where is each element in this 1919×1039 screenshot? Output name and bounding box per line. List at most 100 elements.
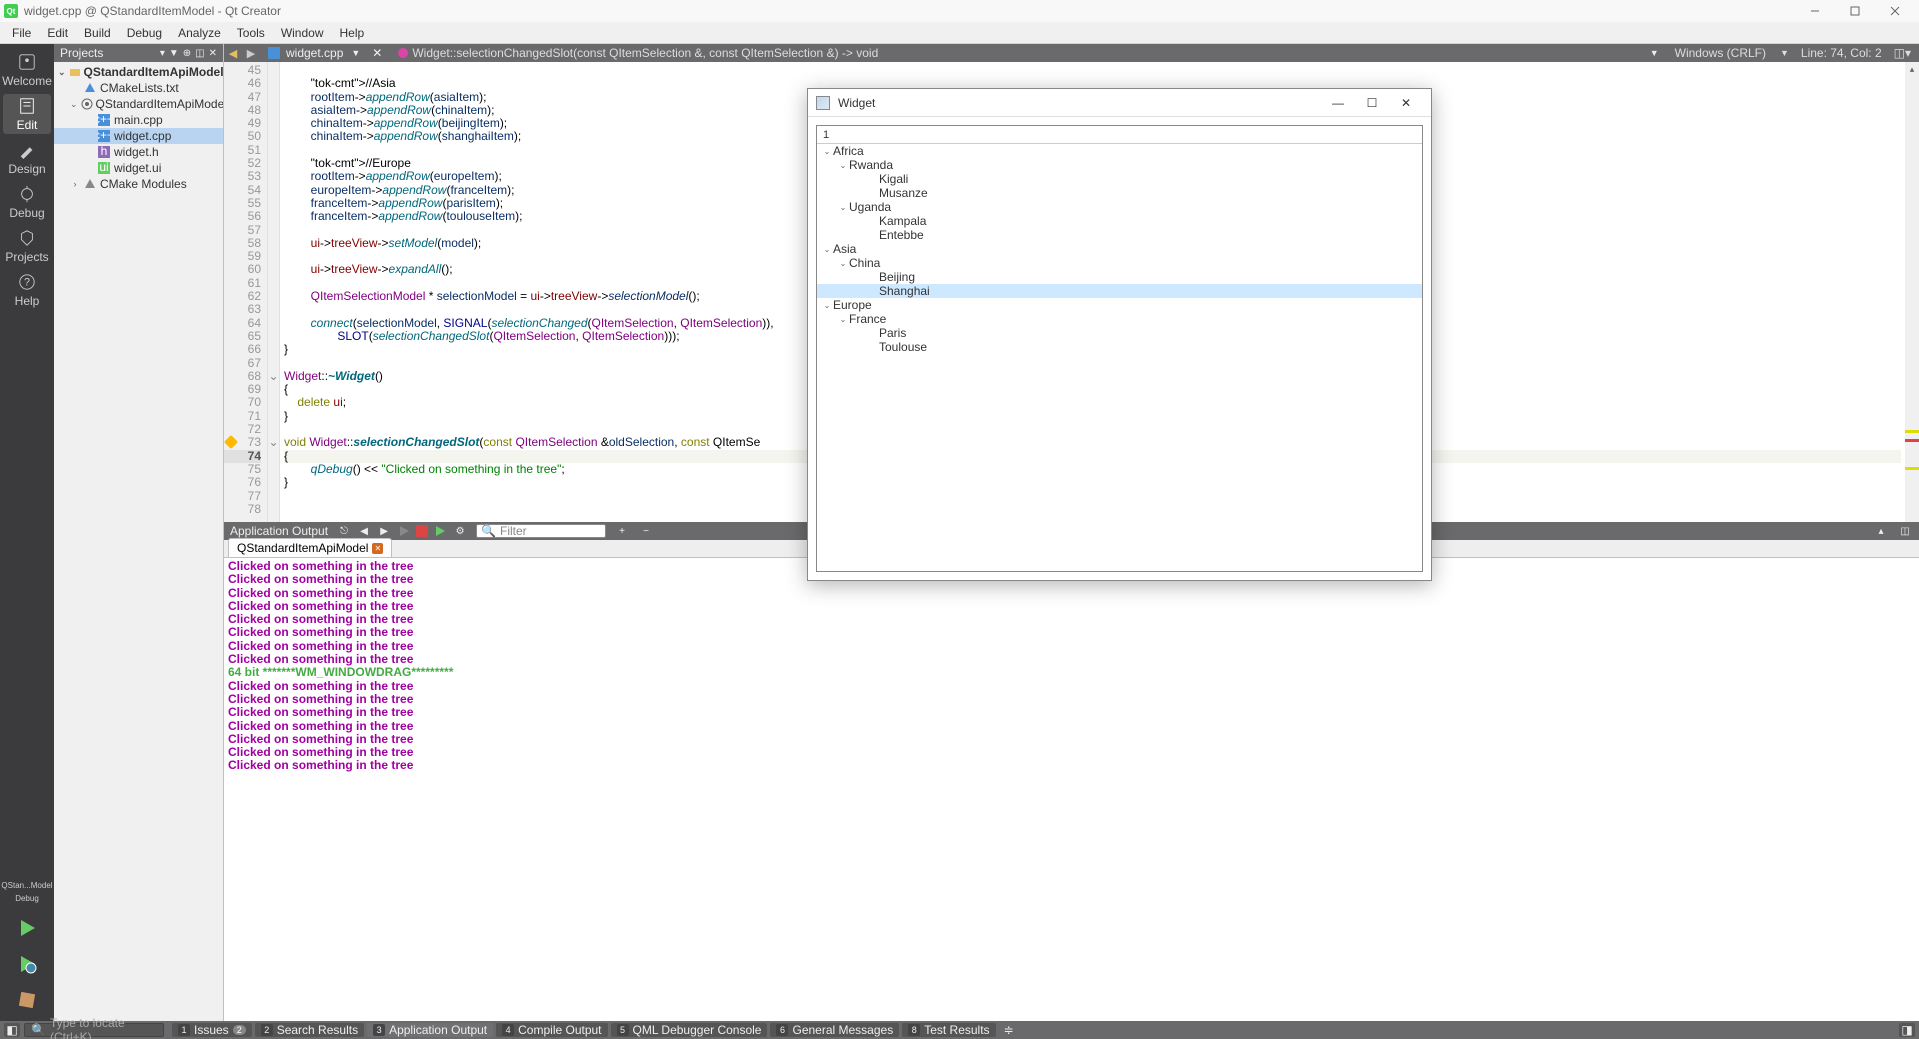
status-tab-compile-output[interactable]: 4Compile Output [496,1023,607,1037]
tree-item[interactable]: ⌄China [817,256,1422,270]
kit-build-config[interactable]: Debug [15,894,39,903]
tree-item[interactable]: Entebbe [817,228,1422,242]
project-tree-item[interactable]: ⌄QStandardItemApiModel [54,64,223,80]
menu-tools[interactable]: Tools [229,23,273,43]
tree-item[interactable]: Musanze [817,186,1422,200]
project-tree-item[interactable]: c++main.cpp [54,112,223,128]
output-collapse-icon[interactable]: ▴ [1873,524,1889,538]
tree-item[interactable]: ⌄Uganda [817,200,1422,214]
output-rerun-icon[interactable] [432,524,448,538]
output-attach-icon[interactable]: ⎋ [336,524,352,538]
app-minimize-button[interactable]: — [1321,91,1355,115]
tree-item[interactable]: Shanghai [817,284,1422,298]
tree-item[interactable]: Beijing [817,270,1422,284]
line-number-gutter[interactable]: 4546474849505152535455565758596061626364… [224,62,268,522]
window-minimize-button[interactable] [1795,0,1835,22]
tree-item[interactable]: Kampala [817,214,1422,228]
project-sidebar: Projects ▾ ▼ ⊕ ◫ ✕ ⌄QStandardItemApiMode… [54,44,224,1021]
window-close-button[interactable] [1875,0,1915,22]
tree-item[interactable]: ⌄Africa [817,144,1422,158]
file-tab[interactable]: widget.cpp ▼ ✕ [260,46,390,60]
kit-selector[interactable]: QStan...Model [1,881,52,890]
mode-help[interactable]: ?Help [3,270,51,310]
mode-edit[interactable]: Edit [3,94,51,134]
menu-window[interactable]: Window [273,23,332,43]
running-app-window[interactable]: Widget — ☐ ✕ 1 ⌄Africa⌄RwandaKigaliMusan… [807,88,1432,581]
project-tree-item[interactable]: ⌄QStandardItemApiModel [54,96,223,112]
menu-debug[interactable]: Debug [119,23,170,43]
status-more-icon[interactable]: ≑ [1000,1023,1018,1037]
status-tab-issues[interactable]: 1Issues2 [172,1023,252,1037]
output-run-icon[interactable] [396,524,412,538]
sidebar-link-icon[interactable]: ⊕ [183,48,191,59]
output-settings-icon[interactable]: ⚙ [452,524,468,538]
output-tab[interactable]: QStandardItemApiModel ✕ [228,538,392,557]
status-tab-application-output[interactable]: 3Application Output [367,1023,493,1037]
scrollbar-up-icon[interactable]: ▴ [1905,62,1919,76]
app-maximize-button[interactable]: ☐ [1355,91,1389,115]
status-tab-general-messages[interactable]: 6General Messages [770,1023,899,1037]
menu-file[interactable]: File [4,23,39,43]
project-tree-item[interactable]: c++widget.cpp [54,128,223,144]
mode-debug[interactable]: Debug [3,182,51,222]
output-body[interactable]: Clicked on something in the treeClicked … [224,558,1919,1021]
encoding-dropdown-icon[interactable]: ▼ [1780,48,1789,58]
sidebar-close-icon[interactable]: ✕ [209,48,217,59]
tree-item[interactable]: ⌄France [817,312,1422,326]
cursor-position[interactable]: Line: 74, Col: 2 [1801,46,1882,60]
symbol-breadcrumb[interactable]: Widget::selectionChangedSlot(const QItem… [390,46,1647,60]
project-tree-item[interactable]: CMakeLists.txt [54,80,223,96]
nav-forward-button[interactable]: ▶ [242,44,260,62]
file-tab-dropdown-icon[interactable]: ▼ [351,48,360,58]
menu-help[interactable]: Help [332,23,373,43]
output-stop-button[interactable] [416,525,428,537]
mode-projects[interactable]: Projects [3,226,51,266]
menu-edit[interactable]: Edit [39,23,76,43]
line-ending-label[interactable]: Windows (CRLF) [1675,46,1766,60]
tree-view[interactable]: 1 ⌄Africa⌄RwandaKigaliMusanze⌄UgandaKamp… [816,125,1423,572]
project-tree-item[interactable]: uiwidget.ui [54,160,223,176]
mode-welcome[interactable]: Welcome [3,50,51,90]
sidebar-dropdown-icon[interactable]: ▾ [160,48,165,59]
output-tab-close-icon[interactable]: ✕ [372,543,383,554]
breadcrumb-dropdown-icon[interactable]: ▼ [1650,48,1659,58]
sidebar-split-icon[interactable]: ◫ [195,48,204,59]
output-zoom-out-icon[interactable]: − [638,524,654,538]
status-tab-qml-debugger-console[interactable]: 5QML Debugger Console [611,1023,768,1037]
app-titlebar[interactable]: Widget — ☐ ✕ [808,89,1431,117]
project-tree-item[interactable]: ›CMake Modules [54,176,223,192]
tree-item[interactable]: ⌄Rwanda [817,158,1422,172]
fold-column[interactable]: ⌄⌄ [268,62,280,522]
run-button[interactable] [7,913,47,943]
output-next-icon[interactable]: ▶ [376,524,392,538]
sidebar-filter-icon[interactable]: ▼ [169,48,179,59]
tree-item[interactable]: ⌄Europe [817,298,1422,312]
status-tab-search-results[interactable]: 2Search Results [255,1023,364,1037]
output-zoom-in-icon[interactable]: + [614,524,630,538]
locator-input[interactable]: 🔍 Type to locate (Ctrl+K) [24,1023,164,1037]
tree-item[interactable]: ⌄Asia [817,242,1422,256]
run-debug-button[interactable] [7,949,47,979]
output-filter-input[interactable]: 🔍 Filter [476,524,606,538]
editor-scrollbar[interactable]: ▴ [1905,62,1919,522]
tree-item[interactable]: Toulouse [817,340,1422,354]
tree-item[interactable]: Paris [817,326,1422,340]
tree-header[interactable]: 1 [817,126,1422,144]
toggle-sidebar-icon[interactable]: ◧ [4,1023,20,1037]
menu-analyze[interactable]: Analyze [170,23,229,43]
file-tab-close-icon[interactable]: ✕ [372,46,382,60]
menu-build[interactable]: Build [76,23,119,43]
window-maximize-button[interactable] [1835,0,1875,22]
nav-back-button[interactable]: ◀ [224,44,242,62]
mode-design[interactable]: Design [3,138,51,178]
output-prev-icon[interactable]: ◀ [356,524,372,538]
project-tree[interactable]: ⌄QStandardItemApiModelCMakeLists.txt⌄QSt… [54,62,223,1021]
toggle-right-sidebar-icon[interactable]: ◨ [1899,1023,1915,1037]
tree-item[interactable]: Kigali [817,172,1422,186]
project-tree-item[interactable]: hwidget.h [54,144,223,160]
editor-split-icon[interactable]: ◫▾ [1894,46,1911,60]
status-tab-test-results[interactable]: 8Test Results [902,1023,995,1037]
output-maximize-icon[interactable]: ◫ [1897,524,1913,538]
build-button[interactable] [7,985,47,1015]
app-close-button[interactable]: ✕ [1389,91,1423,115]
